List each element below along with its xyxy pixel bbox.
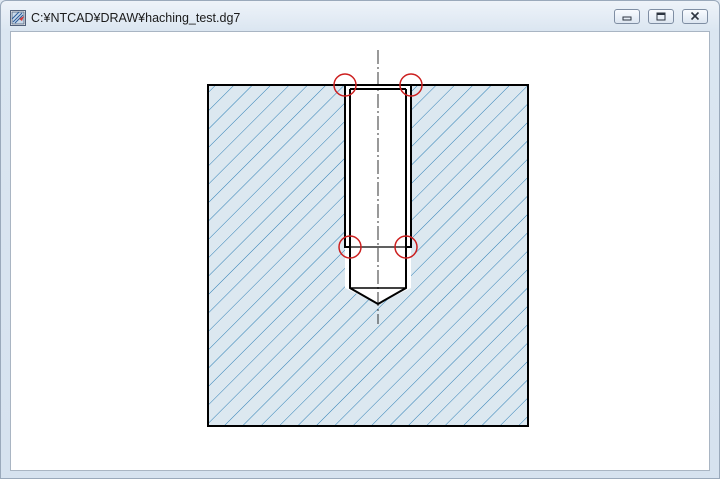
drawing-canvas[interactable] — [10, 31, 710, 471]
window-title: C:¥NTCAD¥DRAW¥haching_test.dg7 — [31, 11, 241, 25]
maximize-icon — [656, 12, 666, 21]
close-button[interactable] — [682, 9, 708, 24]
minimize-button[interactable] — [614, 9, 640, 24]
cad-drawing — [207, 50, 529, 427]
maximize-button[interactable] — [648, 9, 674, 24]
app-window: C:¥NTCAD¥DRAW¥haching_test.dg7 — [0, 0, 720, 479]
minimize-icon — [622, 16, 632, 21]
title-bar[interactable]: C:¥NTCAD¥DRAW¥haching_test.dg7 — [1, 1, 719, 31]
hatched-region[interactable] — [208, 85, 528, 426]
close-icon — [690, 11, 700, 21]
app-icon[interactable] — [10, 10, 26, 26]
